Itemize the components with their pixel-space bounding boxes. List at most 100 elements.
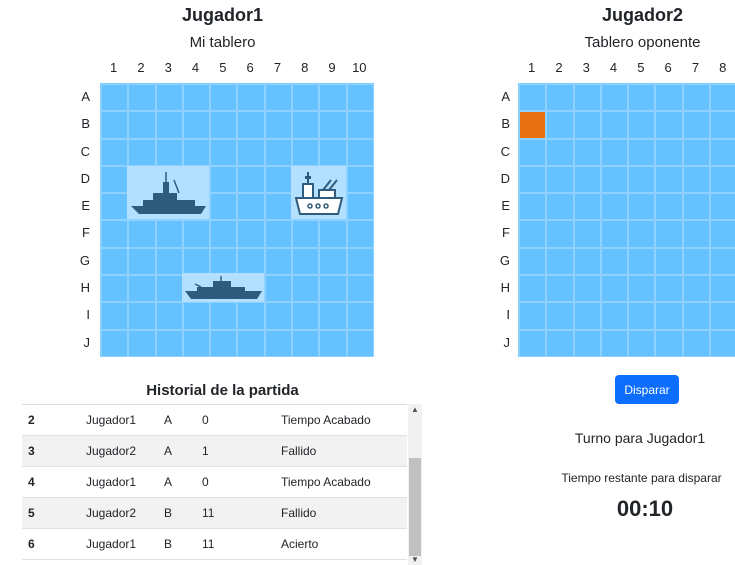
board-cell[interactable] — [600, 111, 629, 139]
board-cell[interactable] — [682, 275, 711, 303]
board-cell[interactable] — [600, 247, 629, 276]
board-cell[interactable] — [710, 165, 735, 194]
board-cell[interactable] — [628, 111, 656, 139]
board-cell[interactable] — [546, 138, 574, 166]
board-cell — [210, 329, 238, 357]
scroll-thumb[interactable] — [409, 458, 421, 556]
p2-col-label-1: 1 — [528, 60, 536, 75]
board-cell[interactable] — [682, 193, 711, 221]
board-cell[interactable] — [519, 220, 547, 248]
board-cell[interactable] — [573, 111, 601, 139]
board-cell[interactable] — [682, 111, 711, 139]
board-cell[interactable] — [546, 193, 574, 221]
board-cell[interactable] — [628, 329, 656, 357]
board-cell[interactable] — [628, 275, 656, 303]
history-cell-player: Jugador1 — [86, 413, 137, 427]
board-cell[interactable] — [710, 275, 735, 303]
board-cell[interactable] — [573, 302, 601, 330]
board-cell[interactable] — [546, 111, 574, 139]
board-cell[interactable] — [655, 193, 683, 221]
board-cell[interactable] — [573, 138, 601, 166]
player2-board[interactable] — [518, 83, 735, 357]
fire-button[interactable]: Disparar — [615, 375, 679, 404]
board-cell[interactable] — [655, 111, 683, 139]
history-cell-row: B — [164, 506, 173, 520]
history-cell-row: A — [164, 444, 173, 458]
board-cell[interactable] — [600, 275, 629, 303]
board-cell[interactable] — [573, 329, 601, 357]
board-cell[interactable] — [628, 302, 656, 330]
board-cell[interactable] — [628, 138, 656, 166]
board-cell[interactable] — [682, 165, 711, 194]
board-cell[interactable] — [628, 84, 656, 112]
p1-row-label-B: B — [81, 116, 90, 132]
board-cell[interactable] — [655, 302, 683, 330]
p2-row-label-C: C — [500, 143, 510, 159]
board-cell[interactable] — [655, 165, 683, 194]
board-cell[interactable] — [710, 220, 735, 248]
board-cell — [319, 247, 347, 276]
board-cell[interactable] — [682, 329, 711, 357]
board-cell[interactable] — [546, 275, 574, 303]
board-cell[interactable] — [600, 302, 629, 330]
board-cell[interactable] — [519, 329, 547, 357]
board-cell[interactable] — [573, 220, 601, 248]
scroll-down-icon[interactable]: ▼ — [408, 554, 422, 565]
board-cell[interactable] — [655, 84, 683, 112]
board-cell[interactable] — [628, 220, 656, 248]
board-cell[interactable] — [519, 165, 547, 194]
board-cell[interactable] — [519, 247, 547, 276]
history-scrollbar[interactable]: ▲ ▼ — [408, 404, 422, 565]
board-cell[interactable] — [546, 302, 574, 330]
board-cell — [210, 193, 238, 221]
board-cell[interactable] — [682, 220, 711, 248]
board-cell[interactable] — [600, 138, 629, 166]
board-cell[interactable] — [519, 193, 547, 221]
p2-row-label-I: I — [506, 307, 510, 323]
board-cell[interactable] — [655, 247, 683, 276]
board-cell[interactable] — [519, 302, 547, 330]
scroll-up-icon[interactable]: ▲ — [408, 404, 422, 416]
board-cell[interactable] — [600, 84, 629, 112]
history-table[interactable]: 2 Jugador1 A 0 Tiempo Acabado 3 Jugador2 A 1 Fall… — [22, 404, 407, 565]
board-cell[interactable] — [573, 165, 601, 194]
board-cell[interactable] — [546, 220, 574, 248]
p1-col-label-10: 10 — [352, 60, 367, 75]
board-cell[interactable] — [519, 275, 547, 303]
board-cell[interactable] — [682, 138, 711, 166]
board-cell[interactable] — [710, 329, 735, 357]
board-cell[interactable] — [546, 247, 574, 276]
board-cell-hit[interactable] — [519, 111, 547, 139]
board-cell[interactable] — [573, 193, 601, 221]
board-cell[interactable] — [573, 84, 601, 112]
board-cell[interactable] — [710, 138, 735, 166]
board-cell[interactable] — [628, 193, 656, 221]
board-cell[interactable] — [573, 275, 601, 303]
board-cell[interactable] — [655, 329, 683, 357]
board-cell[interactable] — [710, 247, 735, 276]
board-cell[interactable] — [573, 247, 601, 276]
board-cell[interactable] — [519, 84, 547, 112]
board-cell[interactable] — [655, 275, 683, 303]
board-cell[interactable] — [710, 193, 735, 221]
board-cell[interactable] — [546, 165, 574, 194]
board-cell[interactable] — [655, 138, 683, 166]
board-cell[interactable] — [682, 302, 711, 330]
board-cell[interactable] — [546, 329, 574, 357]
history-cell-row: B — [164, 537, 173, 551]
board-cell[interactable] — [600, 329, 629, 357]
board-cell[interactable] — [682, 84, 711, 112]
board-cell[interactable] — [628, 165, 656, 194]
board-cell[interactable] — [655, 220, 683, 248]
board-cell[interactable] — [546, 84, 574, 112]
board-cell[interactable] — [710, 111, 735, 139]
board-cell[interactable] — [710, 302, 735, 330]
board-cell[interactable] — [600, 165, 629, 194]
board-cell[interactable] — [600, 220, 629, 248]
board-cell — [237, 138, 265, 166]
board-cell[interactable] — [628, 247, 656, 276]
board-cell[interactable] — [519, 138, 547, 166]
board-cell[interactable] — [682, 247, 711, 276]
board-cell[interactable] — [600, 193, 629, 221]
board-cell[interactable] — [710, 84, 735, 112]
